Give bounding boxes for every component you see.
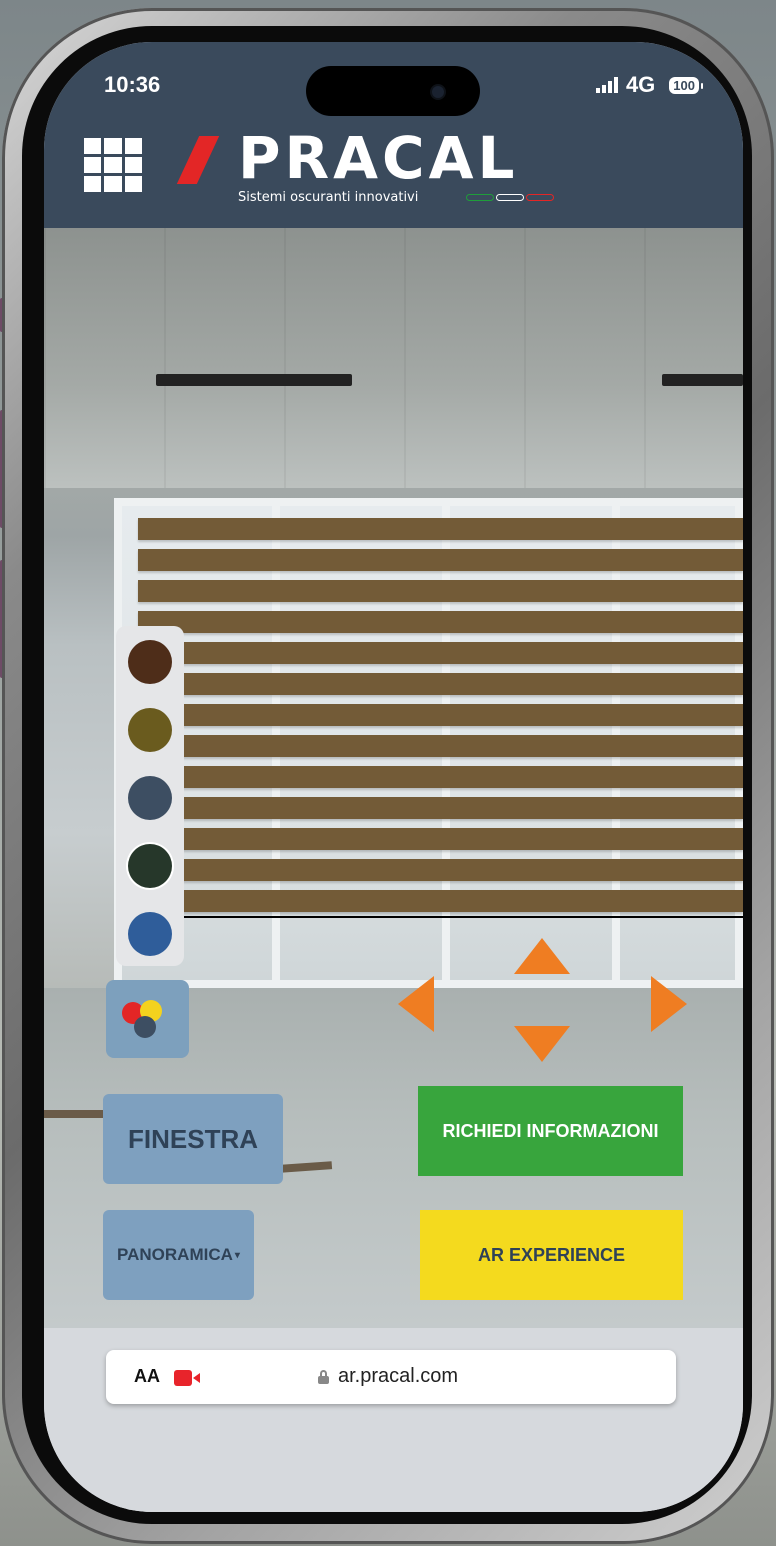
finestra-label: FINESTRA [128, 1123, 258, 1154]
arrow-left-icon[interactable] [398, 976, 434, 1032]
text-size-button[interactable]: AA [134, 1366, 160, 1387]
url-text: ar.pracal.com [338, 1365, 459, 1387]
logo-brand: PRACAL [238, 124, 519, 192]
logo-slash-mark [176, 136, 220, 184]
blind-slat [138, 549, 743, 571]
panoramica-label: PANORAMICA [117, 1245, 233, 1264]
front-camera-icon [432, 86, 444, 98]
signal-icon [595, 77, 618, 93]
mix-dot-blue [134, 1016, 156, 1038]
request-info-button[interactable]: RICHIEDI INFORMAZIONI [418, 1086, 683, 1176]
ceiling-light-left [156, 374, 352, 386]
flag-pill-white [496, 194, 524, 201]
ar-experience-label: AR EXPERIENCE [477, 1244, 626, 1265]
request-info-label: RICHIEDI INFORMAZIONI [442, 1120, 659, 1141]
blind-slat [138, 642, 743, 664]
ar-room-view: FINESTRA PANORAMICA ▾ RICHIEDI INFORMAZI… [44, 228, 743, 1328]
ceiling-light-right [662, 374, 743, 386]
blinds-overlay[interactable] [138, 518, 743, 918]
color-swatch-4[interactable] [128, 844, 172, 888]
caret-down-icon: ▾ [234, 1249, 240, 1261]
blind-slat [138, 828, 743, 850]
network-type: 4G [625, 72, 656, 97]
flag-pill-red [526, 194, 554, 201]
phone-screen: 10:36 4G 100 PRACAL Sistemi oscuranti in… [44, 42, 743, 1512]
address-bar[interactable]: AA ar.pracal.com [106, 1350, 676, 1404]
blind-slat [138, 580, 743, 602]
grid-menu-icon[interactable] [84, 138, 142, 192]
italian-flag-pills [466, 194, 554, 201]
dynamic-island [306, 66, 480, 116]
pracal-logo: PRACAL Sistemi oscuranti innovativi [176, 124, 568, 208]
finestra-button[interactable]: FINESTRA [103, 1094, 283, 1184]
blind-slat [138, 766, 743, 788]
app-header: 10:36 4G 100 PRACAL Sistemi oscuranti in… [44, 42, 743, 228]
arrow-right-icon[interactable] [651, 976, 687, 1032]
color-swatch-3[interactable] [128, 776, 172, 820]
camera-recording-icon[interactable] [174, 1370, 202, 1386]
blind-slat [138, 735, 743, 757]
blind-slat [138, 518, 743, 540]
blind-slat [138, 704, 743, 726]
color-mix-button[interactable] [106, 980, 189, 1058]
color-swatch-1[interactable] [128, 640, 172, 684]
panoramica-dropdown[interactable]: PANORAMICA ▾ [103, 1210, 254, 1300]
battery-icon: 100 [669, 76, 703, 94]
color-swatch-2[interactable] [128, 708, 172, 752]
blind-slat [138, 859, 743, 881]
blind-slat [138, 611, 743, 633]
blind-slat [138, 673, 743, 695]
color-swatch-5[interactable] [128, 912, 172, 956]
status-time: 10:36 [104, 72, 161, 97]
logo-tagline: Sistemi oscuranti innovativi [238, 190, 419, 205]
status-indicators: 4G 100 [595, 72, 703, 98]
arrow-down-icon[interactable] [514, 1026, 570, 1062]
blind-slat [138, 890, 743, 912]
blind-slat [138, 797, 743, 819]
lock-icon [318, 1370, 329, 1384]
arrow-up-icon[interactable] [514, 938, 570, 974]
color-palette [116, 626, 184, 966]
ar-experience-button[interactable]: AR EXPERIENCE [420, 1210, 683, 1300]
flag-pill-green [466, 194, 494, 201]
ceiling [44, 228, 743, 488]
browser-toolbar: AA ar.pracal.com [44, 1328, 743, 1512]
